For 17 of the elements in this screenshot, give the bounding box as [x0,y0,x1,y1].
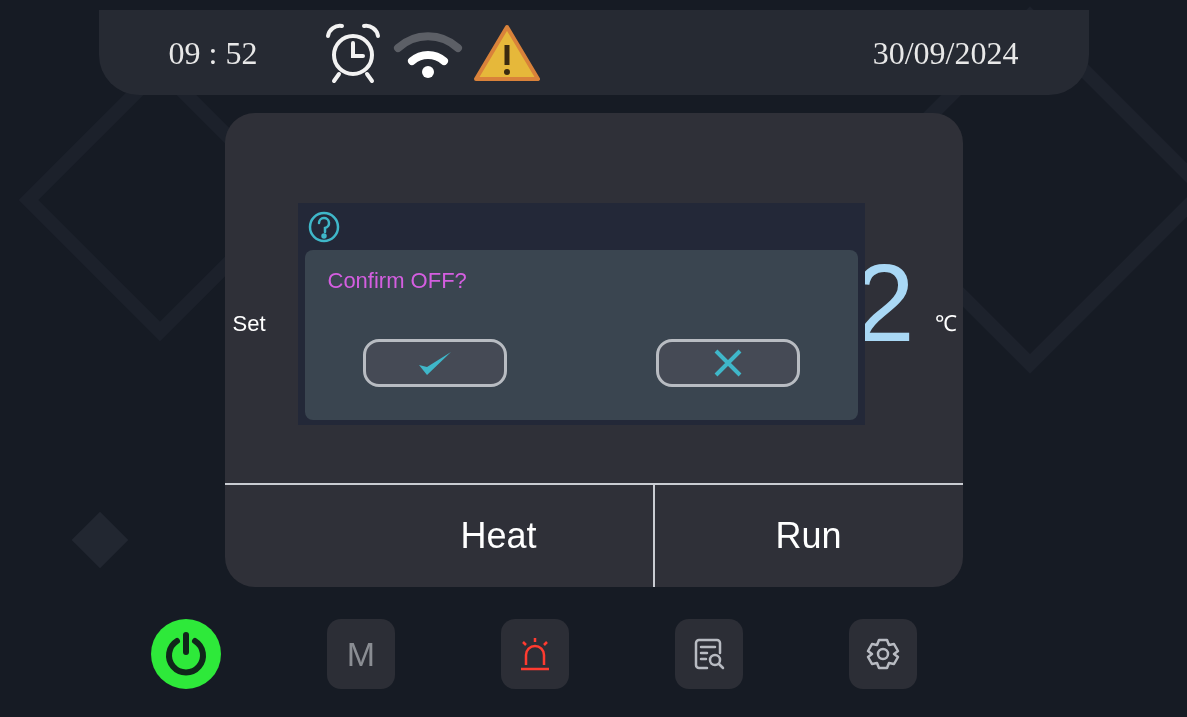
status-date: 30/09/2024 [872,33,1019,73]
confirm-button[interactable] [362,339,507,387]
siren-icon [518,636,552,672]
mode-label: Run [775,514,842,558]
settings-icon [865,636,901,672]
question-icon [306,209,341,244]
mode-button[interactable]: M [327,619,395,689]
records-button[interactable] [675,619,743,689]
mode-label: Heat [460,514,537,558]
status-time: 09 : 52 [168,33,258,73]
settings-button[interactable] [849,619,917,689]
dialog-message: Confirm OFF? [327,267,468,295]
alarm-button[interactable] [501,619,569,689]
warning-icon [472,22,543,83]
unit-label: ℃ [934,309,957,338]
setpoint-label: Set [232,309,266,338]
cancel-button[interactable] [655,339,800,387]
